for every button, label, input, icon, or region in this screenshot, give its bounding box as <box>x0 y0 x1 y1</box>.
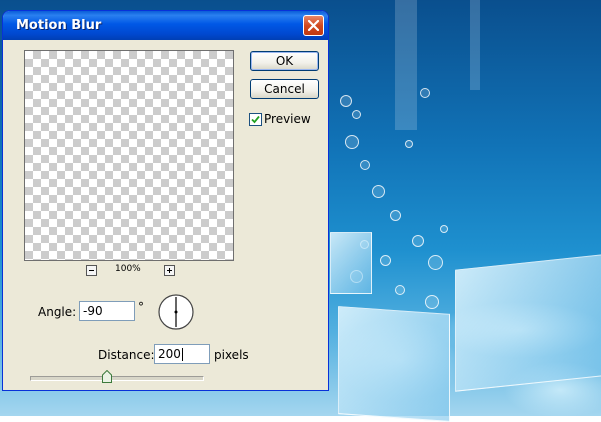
ice-cube <box>338 306 450 422</box>
preview-canvas[interactable] <box>24 50 234 261</box>
bubble <box>340 95 352 107</box>
distance-input[interactable]: 200 <box>154 344 210 364</box>
bubble <box>412 235 424 247</box>
angle-input[interactable]: -90 <box>79 301 135 321</box>
minus-icon <box>89 270 94 271</box>
close-icon <box>308 20 319 31</box>
degree-unit: ° <box>138 300 144 314</box>
bubble <box>360 160 370 170</box>
bubble <box>440 225 448 233</box>
zoom-level: 100% <box>115 264 141 274</box>
light-ray <box>395 0 417 130</box>
ice-cube <box>455 254 601 392</box>
zoom-out-button[interactable] <box>86 265 97 276</box>
bubble <box>352 110 361 119</box>
ok-button[interactable]: OK <box>250 51 319 71</box>
bubble <box>390 210 401 221</box>
cancel-button[interactable]: Cancel <box>250 79 319 99</box>
distance-slider-track[interactable] <box>30 376 204 381</box>
angle-dial-icon[interactable] <box>157 293 195 331</box>
bubble <box>420 88 430 98</box>
motion-blur-dialog: Motion Blur 100% OK Cancel Preview Angle… <box>2 10 329 391</box>
distance-value: 200 <box>158 347 181 361</box>
bubble <box>425 295 439 309</box>
bubble <box>405 140 413 148</box>
title-bar[interactable]: Motion Blur <box>3 11 328 40</box>
bubble <box>345 135 359 149</box>
bubble <box>428 255 443 270</box>
bubble <box>380 255 391 266</box>
distance-slider-thumb[interactable] <box>102 370 113 383</box>
preview-label: Preview <box>264 112 311 126</box>
zoom-in-button[interactable] <box>164 265 175 276</box>
ice-cube <box>330 232 372 294</box>
bubble <box>395 285 405 295</box>
angle-label: Angle: <box>38 305 77 319</box>
preview-checkbox[interactable] <box>249 113 262 126</box>
dialog-title: Motion Blur <box>16 18 102 33</box>
distance-label: Distance: <box>98 348 155 362</box>
distance-unit: pixels <box>214 348 249 362</box>
checkmark-icon <box>251 115 260 124</box>
close-button[interactable] <box>303 15 324 36</box>
text-caret <box>181 348 183 361</box>
plus-icon <box>167 268 172 273</box>
bubble <box>372 185 385 198</box>
light-ray <box>470 0 480 90</box>
